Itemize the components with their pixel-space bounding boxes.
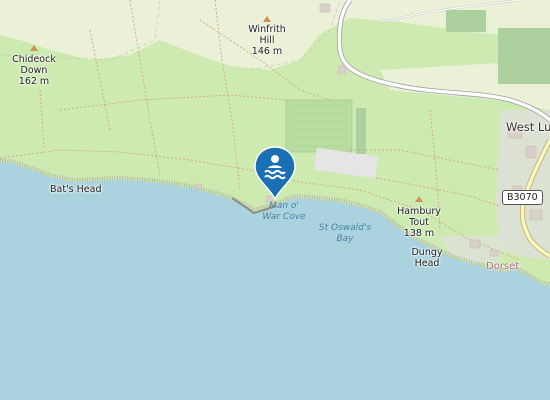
- chideock-name: Chideock: [12, 54, 56, 65]
- road-shield-b3070: B3070: [502, 190, 543, 205]
- dungy-name: Dungy: [411, 247, 443, 258]
- peak-chideock-down-icon: [30, 45, 38, 51]
- label-chideock-down: Chideock Down 162 m: [6, 54, 62, 87]
- location-marker[interactable]: [254, 146, 296, 201]
- map-viewport[interactable]: Winfrith Hill 146 m Chideock Down 162 m …: [0, 0, 550, 400]
- hambury-name: Hambury: [397, 206, 441, 217]
- label-hambury-tout: Hambury Tout 138 m: [392, 206, 446, 239]
- chideock-elevation: 162 m: [18, 76, 50, 87]
- label-west-lulworth: West Lu: [506, 120, 550, 134]
- winfrith-elevation: 146 m: [251, 46, 283, 57]
- winfrith-name: Winfrith: [248, 24, 286, 35]
- man-o-war-line1: Man o': [269, 201, 299, 211]
- hambury-elevation: 138 m: [403, 228, 435, 239]
- peak-winfrith-hill-icon: [263, 16, 271, 22]
- st-oswalds-line1: St Oswald's: [318, 223, 372, 233]
- label-dorset: Dorset: [486, 261, 520, 272]
- hambury-sub: Tout: [409, 217, 429, 228]
- label-dungy-head: Dungy Head: [404, 247, 450, 269]
- dungy-sub: Head: [414, 258, 440, 269]
- st-oswalds-line2: Bay: [336, 234, 354, 244]
- label-bats-head: Bat's Head: [50, 184, 102, 195]
- label-st-oswalds-bay: St Oswald's Bay: [314, 223, 376, 245]
- label-man-o-war-cove: Man o' War Cove: [258, 201, 310, 223]
- chideock-sub: Down: [20, 65, 48, 76]
- peak-hambury-tout-icon: [415, 196, 423, 202]
- man-o-war-line2: War Cove: [262, 212, 306, 222]
- winfrith-sub: Hill: [259, 35, 275, 46]
- label-winfrith-hill: Winfrith Hill 146 m: [240, 24, 294, 57]
